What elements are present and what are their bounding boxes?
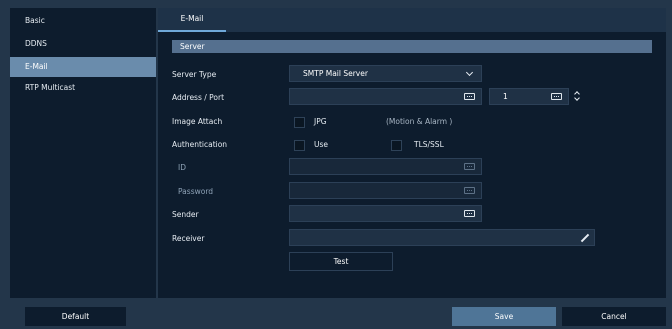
- sidebar-item-rtp-multicast[interactable]: RTP Multicast: [10, 78, 156, 98]
- address-field[interactable]: [289, 88, 482, 105]
- tab-label: E-Mail: [180, 14, 204, 23]
- port-spinner[interactable]: [570, 88, 584, 105]
- sidebar-item-label: RTP Multicast: [25, 83, 76, 92]
- receiver-field[interactable]: [289, 229, 595, 246]
- jpg-label: JPG: [314, 117, 327, 126]
- chevron-down-icon[interactable]: [574, 95, 580, 101]
- server-type-label: Server Type: [172, 70, 217, 79]
- sender-field[interactable]: [289, 205, 482, 222]
- sidebar-item-label: DDNS: [25, 39, 47, 48]
- sidebar-item-ddns[interactable]: DDNS: [10, 34, 156, 54]
- use-auth-checkbox[interactable]: [294, 140, 305, 151]
- tls-ssl-label: TLS/SSL: [414, 140, 444, 149]
- receiver-label: Receiver: [172, 234, 205, 243]
- cancel-button[interactable]: Cancel: [562, 307, 666, 326]
- use-auth-label: Use: [314, 140, 329, 149]
- test-button[interactable]: Test: [289, 252, 393, 271]
- sidebar-item-label: Basic: [25, 16, 45, 25]
- sidebar-item-email[interactable]: E-Mail: [10, 57, 156, 77]
- sender-label: Sender: [172, 210, 199, 219]
- server-type-select[interactable]: SMTP Mail Server: [289, 65, 482, 82]
- save-button[interactable]: Save: [452, 307, 556, 326]
- pencil-icon[interactable]: [580, 233, 590, 243]
- password-label: Password: [178, 187, 214, 196]
- port-value: 1: [503, 92, 508, 101]
- address-port-label: Address / Port: [172, 93, 225, 102]
- motion-alarm-note: (Motion & Alarm ): [386, 117, 453, 126]
- sidebar: Basic DDNS E-Mail RTP Multicast: [10, 8, 156, 298]
- chevron-down-icon: [465, 68, 474, 77]
- keyboard-icon[interactable]: [551, 93, 562, 100]
- sidebar-item-basic[interactable]: Basic: [10, 11, 156, 31]
- port-field[interactable]: 1: [489, 88, 569, 105]
- image-attach-label: Image Attach: [172, 117, 223, 126]
- tls-ssl-checkbox[interactable]: [391, 140, 402, 151]
- password-field[interactable]: [289, 182, 482, 199]
- sidebar-item-label: E-Mail: [25, 62, 48, 71]
- tab-email[interactable]: E-Mail: [158, 8, 226, 32]
- id-field[interactable]: [289, 158, 482, 175]
- id-label: ID: [178, 163, 186, 172]
- default-button[interactable]: Default: [25, 307, 126, 326]
- tab-bar: E-Mail: [158, 8, 666, 32]
- authentication-label: Authentication: [172, 140, 228, 149]
- section-header-server: Server: [172, 40, 652, 53]
- keyboard-icon[interactable]: [464, 210, 475, 217]
- keyboard-icon[interactable]: [464, 93, 475, 100]
- keyboard-icon: [464, 163, 475, 170]
- jpg-checkbox[interactable]: [294, 117, 305, 128]
- server-type-value: SMTP Mail Server: [303, 69, 368, 78]
- keyboard-icon: [464, 187, 475, 194]
